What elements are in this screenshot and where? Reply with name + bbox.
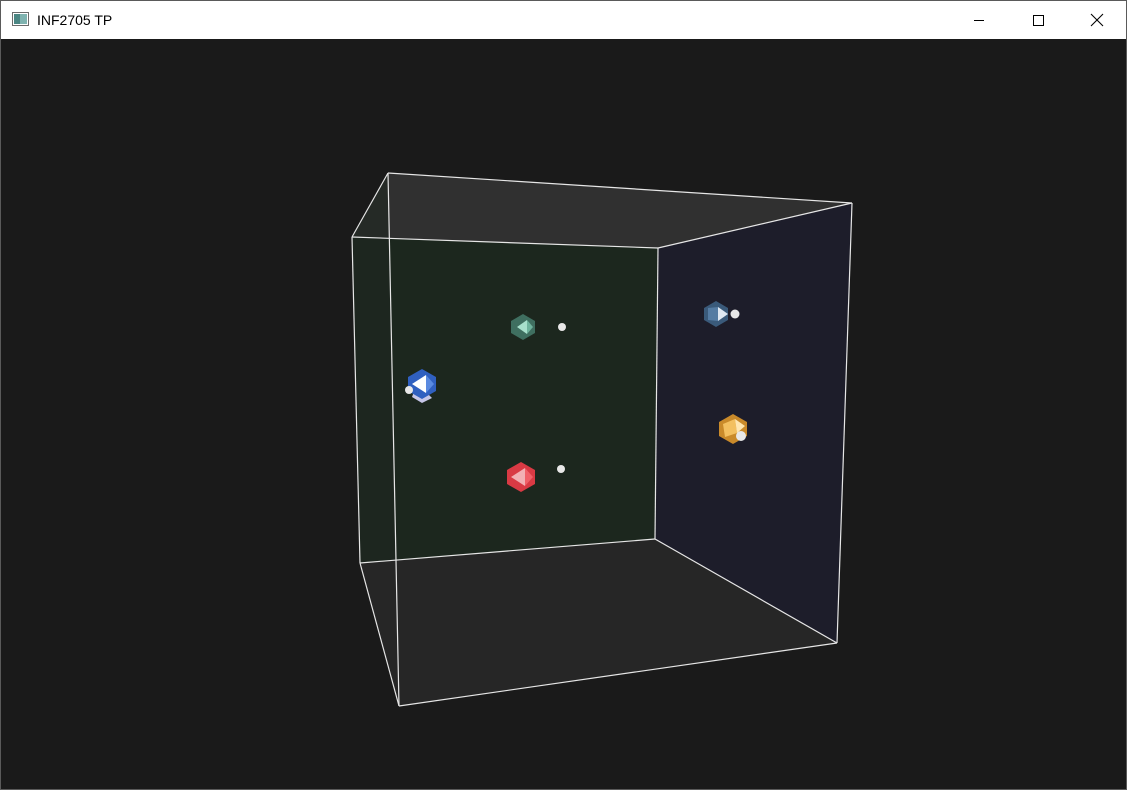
app-window-icon bbox=[12, 12, 29, 26]
light-sphere bbox=[736, 431, 746, 441]
close-button[interactable] bbox=[1068, 1, 1126, 39]
app-window: INF2705 TP bbox=[0, 0, 1127, 790]
maximize-button[interactable] bbox=[1009, 1, 1067, 39]
title-bar[interactable]: INF2705 TP bbox=[1, 1, 1126, 39]
light-sphere bbox=[405, 386, 413, 394]
window-title: INF2705 TP bbox=[37, 12, 113, 28]
cube-back-face bbox=[352, 237, 658, 563]
opengl-viewport[interactable] bbox=[1, 39, 1126, 789]
light-sphere bbox=[557, 465, 565, 473]
light-sphere bbox=[730, 309, 740, 319]
minimize-icon bbox=[974, 20, 984, 21]
maximize-icon bbox=[1033, 15, 1044, 26]
light-sphere bbox=[558, 323, 566, 331]
close-icon bbox=[1090, 13, 1104, 27]
scene-canvas bbox=[351, 172, 853, 707]
minimize-button[interactable] bbox=[950, 1, 1008, 39]
